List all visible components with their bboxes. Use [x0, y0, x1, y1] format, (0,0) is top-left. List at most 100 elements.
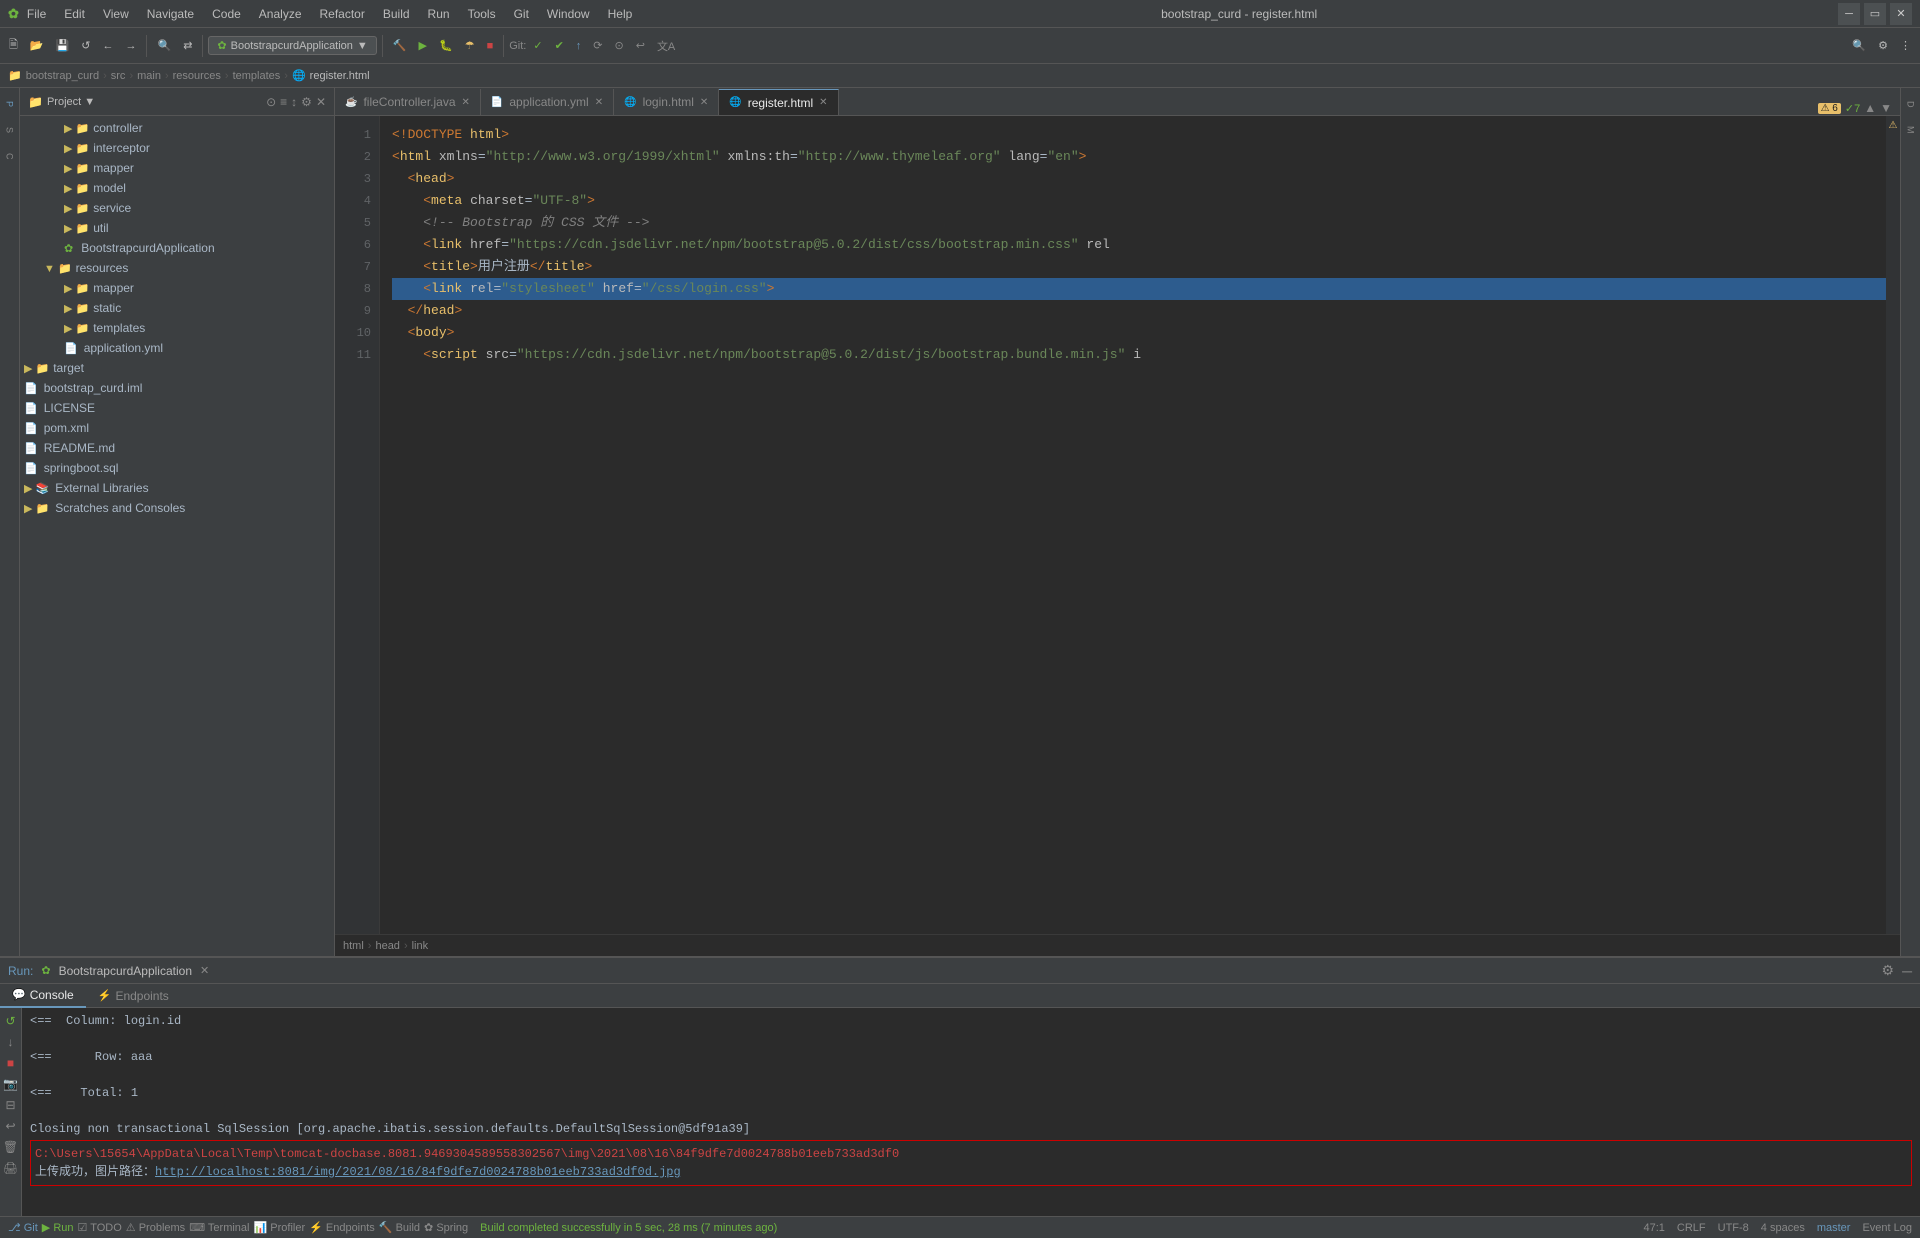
refresh-button[interactable]: ↺: [76, 33, 95, 59]
status-crlf[interactable]: CRLF: [1677, 1222, 1706, 1234]
print-button[interactable]: 🖨: [2, 1159, 20, 1177]
status-profiler[interactable]: 📊 Profiler: [254, 1221, 306, 1234]
build-button[interactable]: 🔨: [388, 33, 412, 59]
menu-tools[interactable]: Tools: [460, 5, 504, 23]
tab-application[interactable]: 📄 application.yml ✕: [481, 89, 614, 115]
status-run-btn[interactable]: ▶ Run: [42, 1221, 74, 1234]
breadcrumb-project[interactable]: bootstrap_curd: [26, 70, 99, 82]
forward-button[interactable]: →: [120, 33, 141, 59]
debug-button[interactable]: 🐛: [434, 33, 458, 59]
structure-icon[interactable]: S: [0, 118, 20, 142]
tree-item-app-class[interactable]: ✿ BootstrapcurdApplication: [20, 238, 334, 258]
endpoints-tab[interactable]: ⚡ Endpoints: [86, 984, 181, 1008]
database-icon[interactable]: D: [1901, 92, 1920, 116]
tab-close-icon[interactable]: ✕: [819, 97, 827, 108]
status-event-log[interactable]: Event Log: [1862, 1222, 1912, 1234]
clear-button[interactable]: 🗑: [2, 1138, 20, 1156]
collapse-all-icon[interactable]: ≡: [280, 95, 287, 109]
open-button[interactable]: 📂: [25, 33, 49, 59]
breadcrumb-src[interactable]: src: [111, 70, 126, 82]
window-controls[interactable]: ─ ▭ ✕: [1838, 3, 1912, 25]
save-all-button[interactable]: 💾: [51, 33, 75, 59]
menu-edit[interactable]: Edit: [56, 5, 93, 23]
search-everywhere-button[interactable]: 🔍: [152, 33, 176, 59]
status-todo[interactable]: ☑ TODO: [78, 1221, 122, 1234]
git-pull-button[interactable]: ⟳: [588, 33, 607, 59]
soft-wrap-button[interactable]: ↩: [2, 1117, 20, 1135]
tree-item-readme[interactable]: 📄 README.md: [20, 438, 334, 458]
run-minimize-icon[interactable]: ─: [1902, 963, 1912, 979]
tree-item-target[interactable]: ▶ 📁 target: [20, 358, 334, 378]
code-editor[interactable]: 1 2 3 4 5 6 7 8 9 10 11 <!DOCTYPE html> …: [335, 116, 1900, 934]
tab-register[interactable]: 🌐 register.html ✕: [719, 89, 838, 115]
crumb-html[interactable]: html: [343, 940, 364, 952]
scroll-up-icon[interactable]: ▲: [1864, 101, 1876, 115]
upload-link[interactable]: http://localhost:8081/img/2021/08/16/84f…: [155, 1165, 681, 1179]
stop-button[interactable]: ■: [482, 33, 499, 59]
run-config-dropdown[interactable]: ✿ BootstrapcurdApplication ▼: [208, 36, 376, 55]
menu-code[interactable]: Code: [204, 5, 249, 23]
more-button[interactable]: ⋮: [1895, 33, 1916, 59]
status-line-col[interactable]: 47:1: [1643, 1222, 1664, 1234]
commit-icon[interactable]: C: [0, 144, 20, 168]
status-problems[interactable]: ⚠ Problems: [126, 1221, 185, 1234]
close-button[interactable]: ✕: [1890, 3, 1912, 25]
menu-navigate[interactable]: Navigate: [139, 5, 202, 23]
menu-run[interactable]: Run: [420, 5, 458, 23]
tree-item-mapper[interactable]: ▶ 📁 mapper: [20, 158, 334, 178]
console-tab[interactable]: 💬 Console: [0, 984, 86, 1008]
tree-item-service[interactable]: ▶ 📁 service: [20, 198, 334, 218]
tree-item-external-libs[interactable]: ▶ 📚 External Libraries: [20, 478, 334, 498]
crumb-link[interactable]: link: [412, 940, 429, 952]
breadcrumb-main[interactable]: main: [137, 70, 161, 82]
status-git[interactable]: ⎇ Git: [8, 1221, 38, 1234]
status-build[interactable]: 🔨 Build: [379, 1221, 420, 1234]
menu-analyze[interactable]: Analyze: [251, 5, 310, 23]
git-revert-button[interactable]: ↩: [631, 33, 650, 59]
restart-button[interactable]: ↺: [2, 1012, 20, 1030]
code-content[interactable]: <!DOCTYPE html> <html xmlns="http://www.…: [380, 116, 1886, 934]
status-branch[interactable]: master: [1817, 1222, 1851, 1234]
settings-icon[interactable]: ⚙: [301, 95, 312, 109]
tree-item-resources[interactable]: ▼ 📁 resources: [20, 258, 334, 278]
tree-item-scratches[interactable]: ▶ 📁 Scratches and Consoles: [20, 498, 334, 518]
breadcrumb-templates[interactable]: templates: [233, 70, 281, 82]
run-settings-icon[interactable]: ⚙: [1882, 962, 1895, 979]
scroll-down-console-icon[interactable]: ↓: [2, 1033, 20, 1051]
tree-item-templates[interactable]: ▶ 📁 templates: [20, 318, 334, 338]
fold-button[interactable]: ⊟: [2, 1096, 20, 1114]
minimize-button[interactable]: ─: [1838, 3, 1860, 25]
hide-icon[interactable]: ✕: [316, 95, 326, 109]
crumb-head[interactable]: head: [375, 940, 399, 952]
new-file-button[interactable]: 🗎: [4, 33, 23, 59]
status-spring[interactable]: ✿ Spring: [424, 1221, 468, 1234]
menu-view[interactable]: View: [95, 5, 137, 23]
project-icon[interactable]: P: [0, 92, 20, 116]
status-endpoints[interactable]: ⚡ Endpoints: [309, 1221, 375, 1234]
git-check-button[interactable]: ✓: [528, 33, 547, 59]
git-push-button[interactable]: ↑: [571, 33, 587, 59]
tree-item-sql[interactable]: 📄 springboot.sql: [20, 458, 334, 478]
status-encoding[interactable]: UTF-8: [1718, 1222, 1749, 1234]
tree-item-static[interactable]: ▶ 📁 static: [20, 298, 334, 318]
stop-run-button[interactable]: ■: [2, 1054, 20, 1072]
tab-close-icon[interactable]: ✕: [595, 97, 603, 108]
tab-login[interactable]: 🌐 login.html ✕: [614, 89, 719, 115]
tree-item-model[interactable]: ▶ 📁 model: [20, 178, 334, 198]
navigate-button[interactable]: ⇄: [178, 33, 197, 59]
tree-item-pom[interactable]: 📄 pom.xml: [20, 418, 334, 438]
tree-item-license[interactable]: 📄 LICENSE: [20, 398, 334, 418]
search-button[interactable]: 🔍: [1847, 33, 1871, 59]
scroll-down-icon[interactable]: ▼: [1880, 101, 1892, 115]
tree-item-interceptor[interactable]: ▶ 📁 interceptor: [20, 138, 334, 158]
status-terminal[interactable]: ⌨ Terminal: [189, 1221, 249, 1234]
translate-button[interactable]: 文A: [652, 33, 680, 59]
git-history-button[interactable]: ⊙: [610, 33, 629, 59]
console-output[interactable]: <== Column: login.id <== Row: aaa <== To…: [22, 1008, 1920, 1216]
tree-item-util[interactable]: ▶ 📁 util: [20, 218, 334, 238]
tree-item-controller[interactable]: ▶ 📁 controller: [20, 118, 334, 138]
run-button[interactable]: ▶: [414, 33, 432, 59]
project-header-actions[interactable]: ⊙ ≡ ↕ ⚙ ✕: [266, 95, 326, 109]
tree-item-iml[interactable]: 📄 bootstrap_curd.iml: [20, 378, 334, 398]
breadcrumb-resources[interactable]: resources: [173, 70, 221, 82]
